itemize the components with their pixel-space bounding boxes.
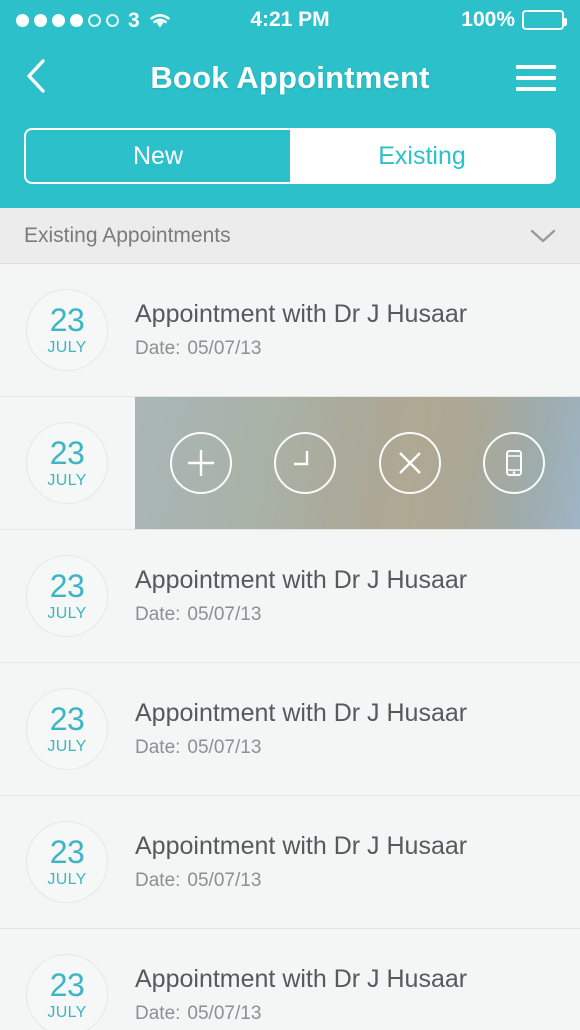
tab-existing-label: Existing <box>378 141 466 170</box>
signal-strength-dots <box>16 13 119 27</box>
appointment-date: Date: 05/07/13 <box>135 1003 467 1025</box>
tab-new[interactable]: New <box>26 130 290 182</box>
appointment-details: Appointment with Dr J Husaar Date: 05/07/… <box>135 566 467 626</box>
appointment-row[interactable]: 23 JULY Appointment with Dr J Husaar Dat… <box>0 663 580 796</box>
hamburger-bar <box>516 65 556 69</box>
date-month: JULY <box>47 1004 87 1021</box>
date-value: 05/07/13 <box>187 603 262 625</box>
signal-dot <box>106 13 119 27</box>
battery-icon <box>522 10 567 30</box>
wifi-icon <box>148 11 172 29</box>
date-month: JULY <box>47 871 87 888</box>
plus-icon <box>181 443 221 483</box>
add-appointment-action[interactable] <box>170 432 233 494</box>
appointment-title: Appointment with Dr J Husaar <box>135 699 468 728</box>
clock-icon <box>285 443 325 483</box>
appointment-row[interactable]: 23 JULY Appointment with Dr J Husaar Dat… <box>0 796 580 929</box>
status-bar-left: 3 <box>16 10 290 31</box>
swipe-action-panel <box>135 397 580 529</box>
appointment-date: Date: 05/07/13 <box>135 737 467 759</box>
date-badge: 23 JULY <box>26 555 108 637</box>
date-badge: 23 JULY <box>26 688 108 770</box>
date-value: 05/07/13 <box>187 337 262 359</box>
page-title: Book Appointment <box>150 60 430 95</box>
appointment-title: Appointment with Dr J Husaar <box>135 965 468 994</box>
app-screen: 3 4:21 PM 100% Book Appointment New Exis… <box>0 0 580 1030</box>
hamburger-menu-button[interactable] <box>512 56 556 100</box>
appointment-details: Appointment with Dr J Husaar Date: 05/07/… <box>135 832 467 892</box>
signal-dot <box>70 13 83 27</box>
reschedule-appointment-action[interactable] <box>274 432 337 494</box>
carrier-label: 3 <box>128 8 140 32</box>
appointment-title: Appointment with Dr J Husaar <box>135 300 468 329</box>
appointment-title: Appointment with Dr J Husaar <box>135 566 468 595</box>
date-badge: 23 JULY <box>26 821 108 903</box>
appointment-date: Date: 05/07/13 <box>135 338 467 360</box>
cancel-appointment-action[interactable] <box>378 432 441 494</box>
date-label: Date: <box>135 869 181 891</box>
date-day: 23 <box>49 701 85 737</box>
chevron-down-icon[interactable] <box>530 228 556 244</box>
date-day: 23 <box>49 435 85 471</box>
segmented-control: New Existing <box>24 128 556 184</box>
mobile-phone-icon <box>494 443 534 483</box>
section-header-label: Existing Appointments <box>24 223 231 247</box>
date-day: 23 <box>49 967 85 1003</box>
date-label: Date: <box>135 603 181 625</box>
signal-dot <box>34 13 47 27</box>
appointment-row[interactable]: 23 JULY Appointment with Dr J Husaar Dat… <box>0 530 580 663</box>
date-badge: 23 JULY <box>26 954 108 1030</box>
date-day: 23 <box>49 834 85 870</box>
tab-bar-container: New Existing <box>0 116 580 208</box>
signal-dot <box>16 13 29 27</box>
date-value: 05/07/13 <box>187 869 262 891</box>
chevron-left-icon <box>24 56 48 101</box>
hamburger-bar <box>516 87 556 91</box>
appointment-row[interactable]: 23 JULY Appointment with Dr J Husaar Dat… <box>0 264 580 397</box>
date-day: 23 <box>49 302 85 338</box>
date-month: JULY <box>47 738 87 755</box>
date-value: 05/07/13 <box>187 736 262 758</box>
date-badge: 23 JULY <box>26 422 108 504</box>
appointment-details: Appointment with Dr J Husaar Date: 05/07/… <box>135 300 467 360</box>
date-month: JULY <box>47 472 87 489</box>
appointment-date: Date: 05/07/13 <box>135 604 467 626</box>
status-bar: 3 4:21 PM 100% <box>0 0 580 40</box>
date-label: Date: <box>135 337 181 359</box>
date-month: JULY <box>47 605 87 622</box>
appointment-row[interactable]: 23 JULY Appointment with Dr J Husaar Dat… <box>0 929 580 1030</box>
navigation-bar: Book Appointment <box>0 40 580 116</box>
date-day: 23 <box>49 568 85 604</box>
hamburger-bar <box>516 76 556 80</box>
appointment-details: Appointment with Dr J Husaar Date: 05/07/… <box>135 699 467 759</box>
date-value: 05/07/13 <box>187 1002 262 1024</box>
signal-dot <box>88 13 101 27</box>
close-x-icon <box>390 443 430 483</box>
appointment-date: Date: 05/07/13 <box>135 870 467 892</box>
back-button[interactable] <box>24 56 68 100</box>
appointment-title: Appointment with Dr J Husaar <box>135 832 468 861</box>
contact-by-phone-action[interactable] <box>482 432 545 494</box>
appointments-list: 23 JULY Appointment with Dr J Husaar Dat… <box>0 264 580 1030</box>
status-bar-right: 100% <box>290 8 567 32</box>
signal-dot <box>52 13 65 27</box>
existing-appointments-section-header[interactable]: Existing Appointments <box>0 208 580 264</box>
date-label: Date: <box>135 736 181 758</box>
battery-percent-label: 100% <box>461 8 515 31</box>
appointment-details: Appointment with Dr J Husaar Date: 05/07/… <box>135 965 467 1025</box>
tab-new-label: New <box>132 141 183 170</box>
date-month: JULY <box>47 339 87 356</box>
date-badge: 23 JULY <box>26 289 108 371</box>
tab-existing[interactable]: Existing <box>290 130 554 182</box>
appointment-row-swiped[interactable]: 23 JULY Appointment with Dr J Husaar Dat… <box>0 397 580 530</box>
date-label: Date: <box>135 1002 181 1024</box>
